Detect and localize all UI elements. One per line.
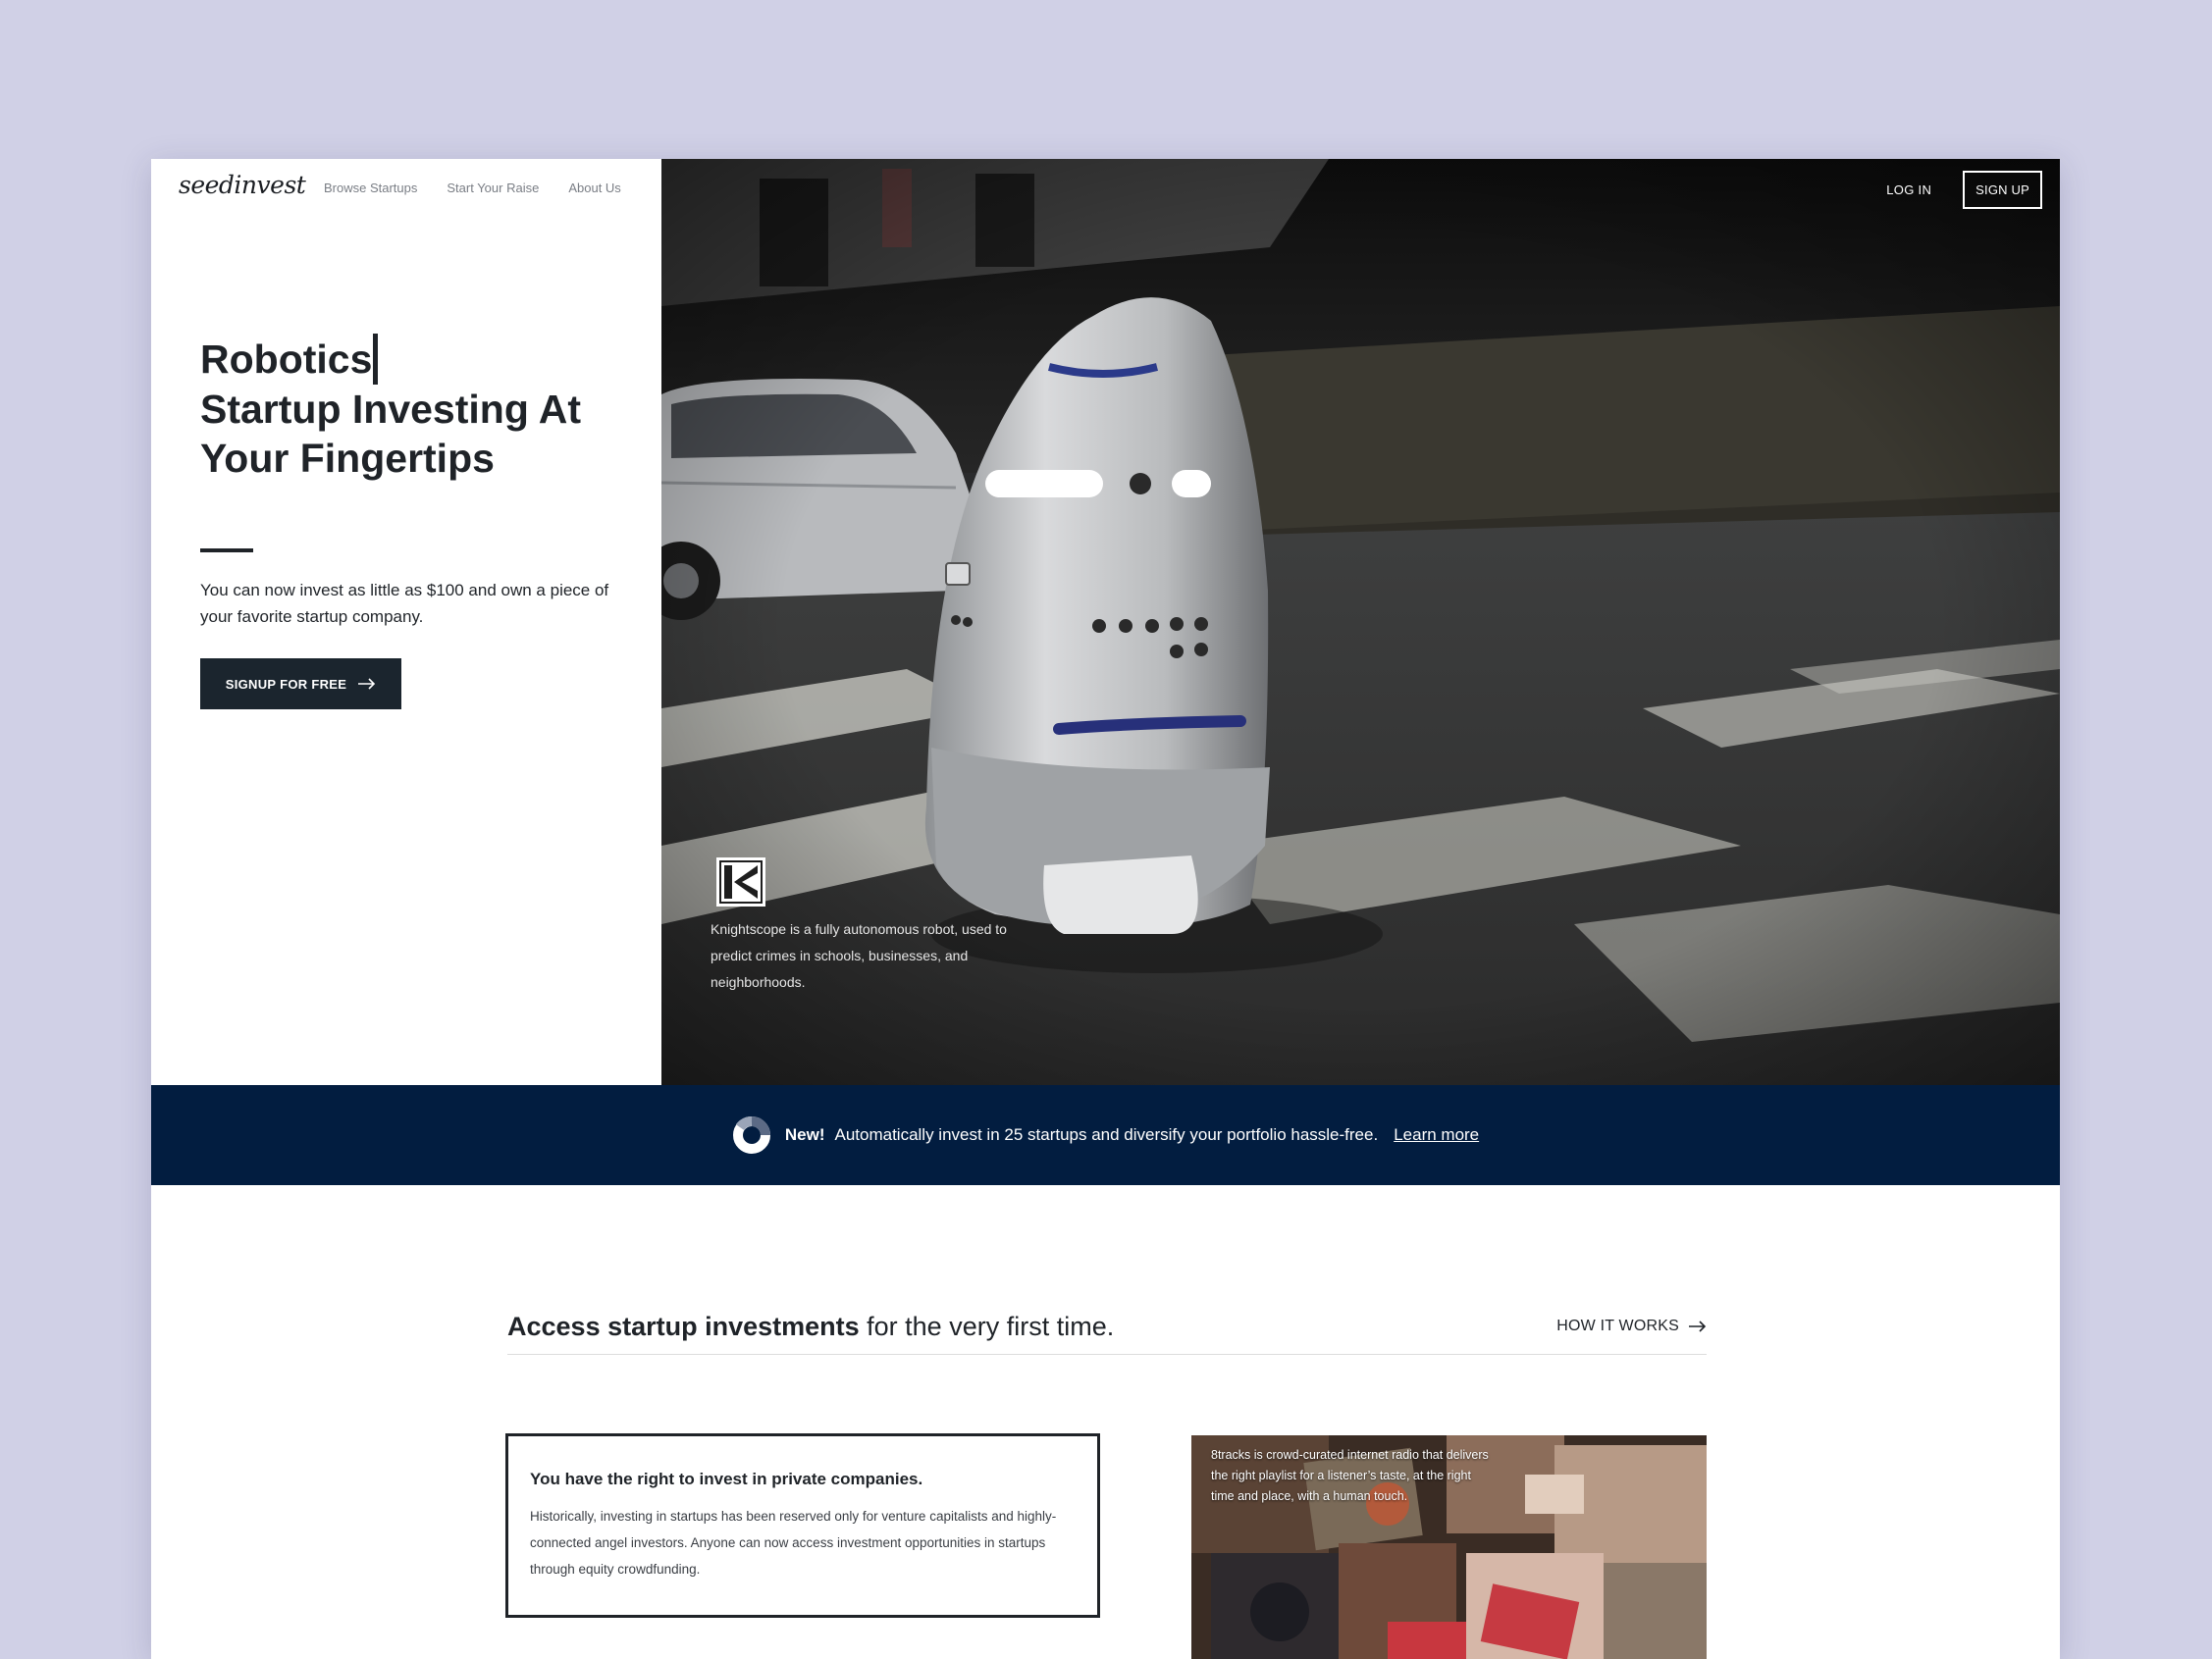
seedinvest-logo[interactable]: seedinvest <box>179 171 306 199</box>
access-title: Access startup investments for the very … <box>507 1312 1114 1342</box>
8tracks-caption: 8tracks is crowd-curated internet radio … <box>1211 1448 1489 1503</box>
hero-title-line3: Your Fingertips <box>200 436 495 481</box>
banner-new-label: New! <box>784 1125 825 1144</box>
signup-button[interactable]: SIGN UP <box>1963 171 2042 209</box>
how-it-works-link[interactable]: HOW IT WORKS <box>1556 1318 1707 1335</box>
hero-left-panel: seedinvest Browse Startups Start Your Ra… <box>151 159 661 1085</box>
hero-image: LOG IN SIGN UP Knightscope is a fully au… <box>661 159 2060 1085</box>
hero-title: Robotics Startup Investing At Your Finge… <box>200 334 612 483</box>
typing-cursor <box>373 334 379 385</box>
banner-message: Automatically invest in 25 startups and … <box>834 1125 1379 1144</box>
knightscope-caption: Knightscope is a fully autonomous robot,… <box>711 921 1007 990</box>
portfolio-donut-icon <box>732 1116 770 1154</box>
nav-start-your-raise[interactable]: Start Your Raise <box>447 181 539 195</box>
login-link[interactable]: LOG IN <box>1886 182 1931 197</box>
rights-card-title: You have the right to invest in private … <box>530 1470 923 1488</box>
announcement-banner: New! Automatically invest in 25 startups… <box>151 1085 2060 1185</box>
access-title-rest: for the very first time. <box>859 1312 1115 1341</box>
how-it-works-label: HOW IT WORKS <box>1556 1318 1679 1334</box>
main-nav: Browse Startups Start Your Raise About U… <box>324 181 621 195</box>
arrow-right-icon <box>1689 1321 1707 1332</box>
8tracks-media-card[interactable]: 8tracks is crowd-curated internet radio … <box>1191 1435 1707 1659</box>
hero-title-line2: Startup Investing At <box>200 387 581 432</box>
browser-frame: seedinvest Browse Startups Start Your Ra… <box>151 159 2060 1659</box>
rights-card: You have the right to invest in private … <box>505 1433 1100 1618</box>
hero-title-line1: Robotics <box>200 337 373 382</box>
nav-browse-startups[interactable]: Browse Startups <box>324 181 417 195</box>
signup-free-label: SIGNUP FOR FREE <box>225 676 347 692</box>
access-section-header: Access startup investments for the very … <box>507 1312 1707 1355</box>
arrow-right-icon <box>358 678 376 690</box>
knightscope-logo-icon <box>716 857 765 907</box>
rights-card-body: Historically, investing in startups has … <box>530 1509 1057 1577</box>
logo-text: seedinvest <box>179 171 306 199</box>
hero-divider <box>200 548 253 552</box>
access-title-bold: Access startup investments <box>507 1312 860 1341</box>
nav-about-us[interactable]: About Us <box>568 181 620 195</box>
signup-free-button[interactable]: SIGNUP FOR FREE <box>200 658 401 709</box>
auth-links: LOG IN SIGN UP <box>1886 171 2042 209</box>
learn-more-link[interactable]: Learn more <box>1394 1125 1479 1145</box>
hero-description: You can now invest as little as $100 and… <box>200 581 609 626</box>
